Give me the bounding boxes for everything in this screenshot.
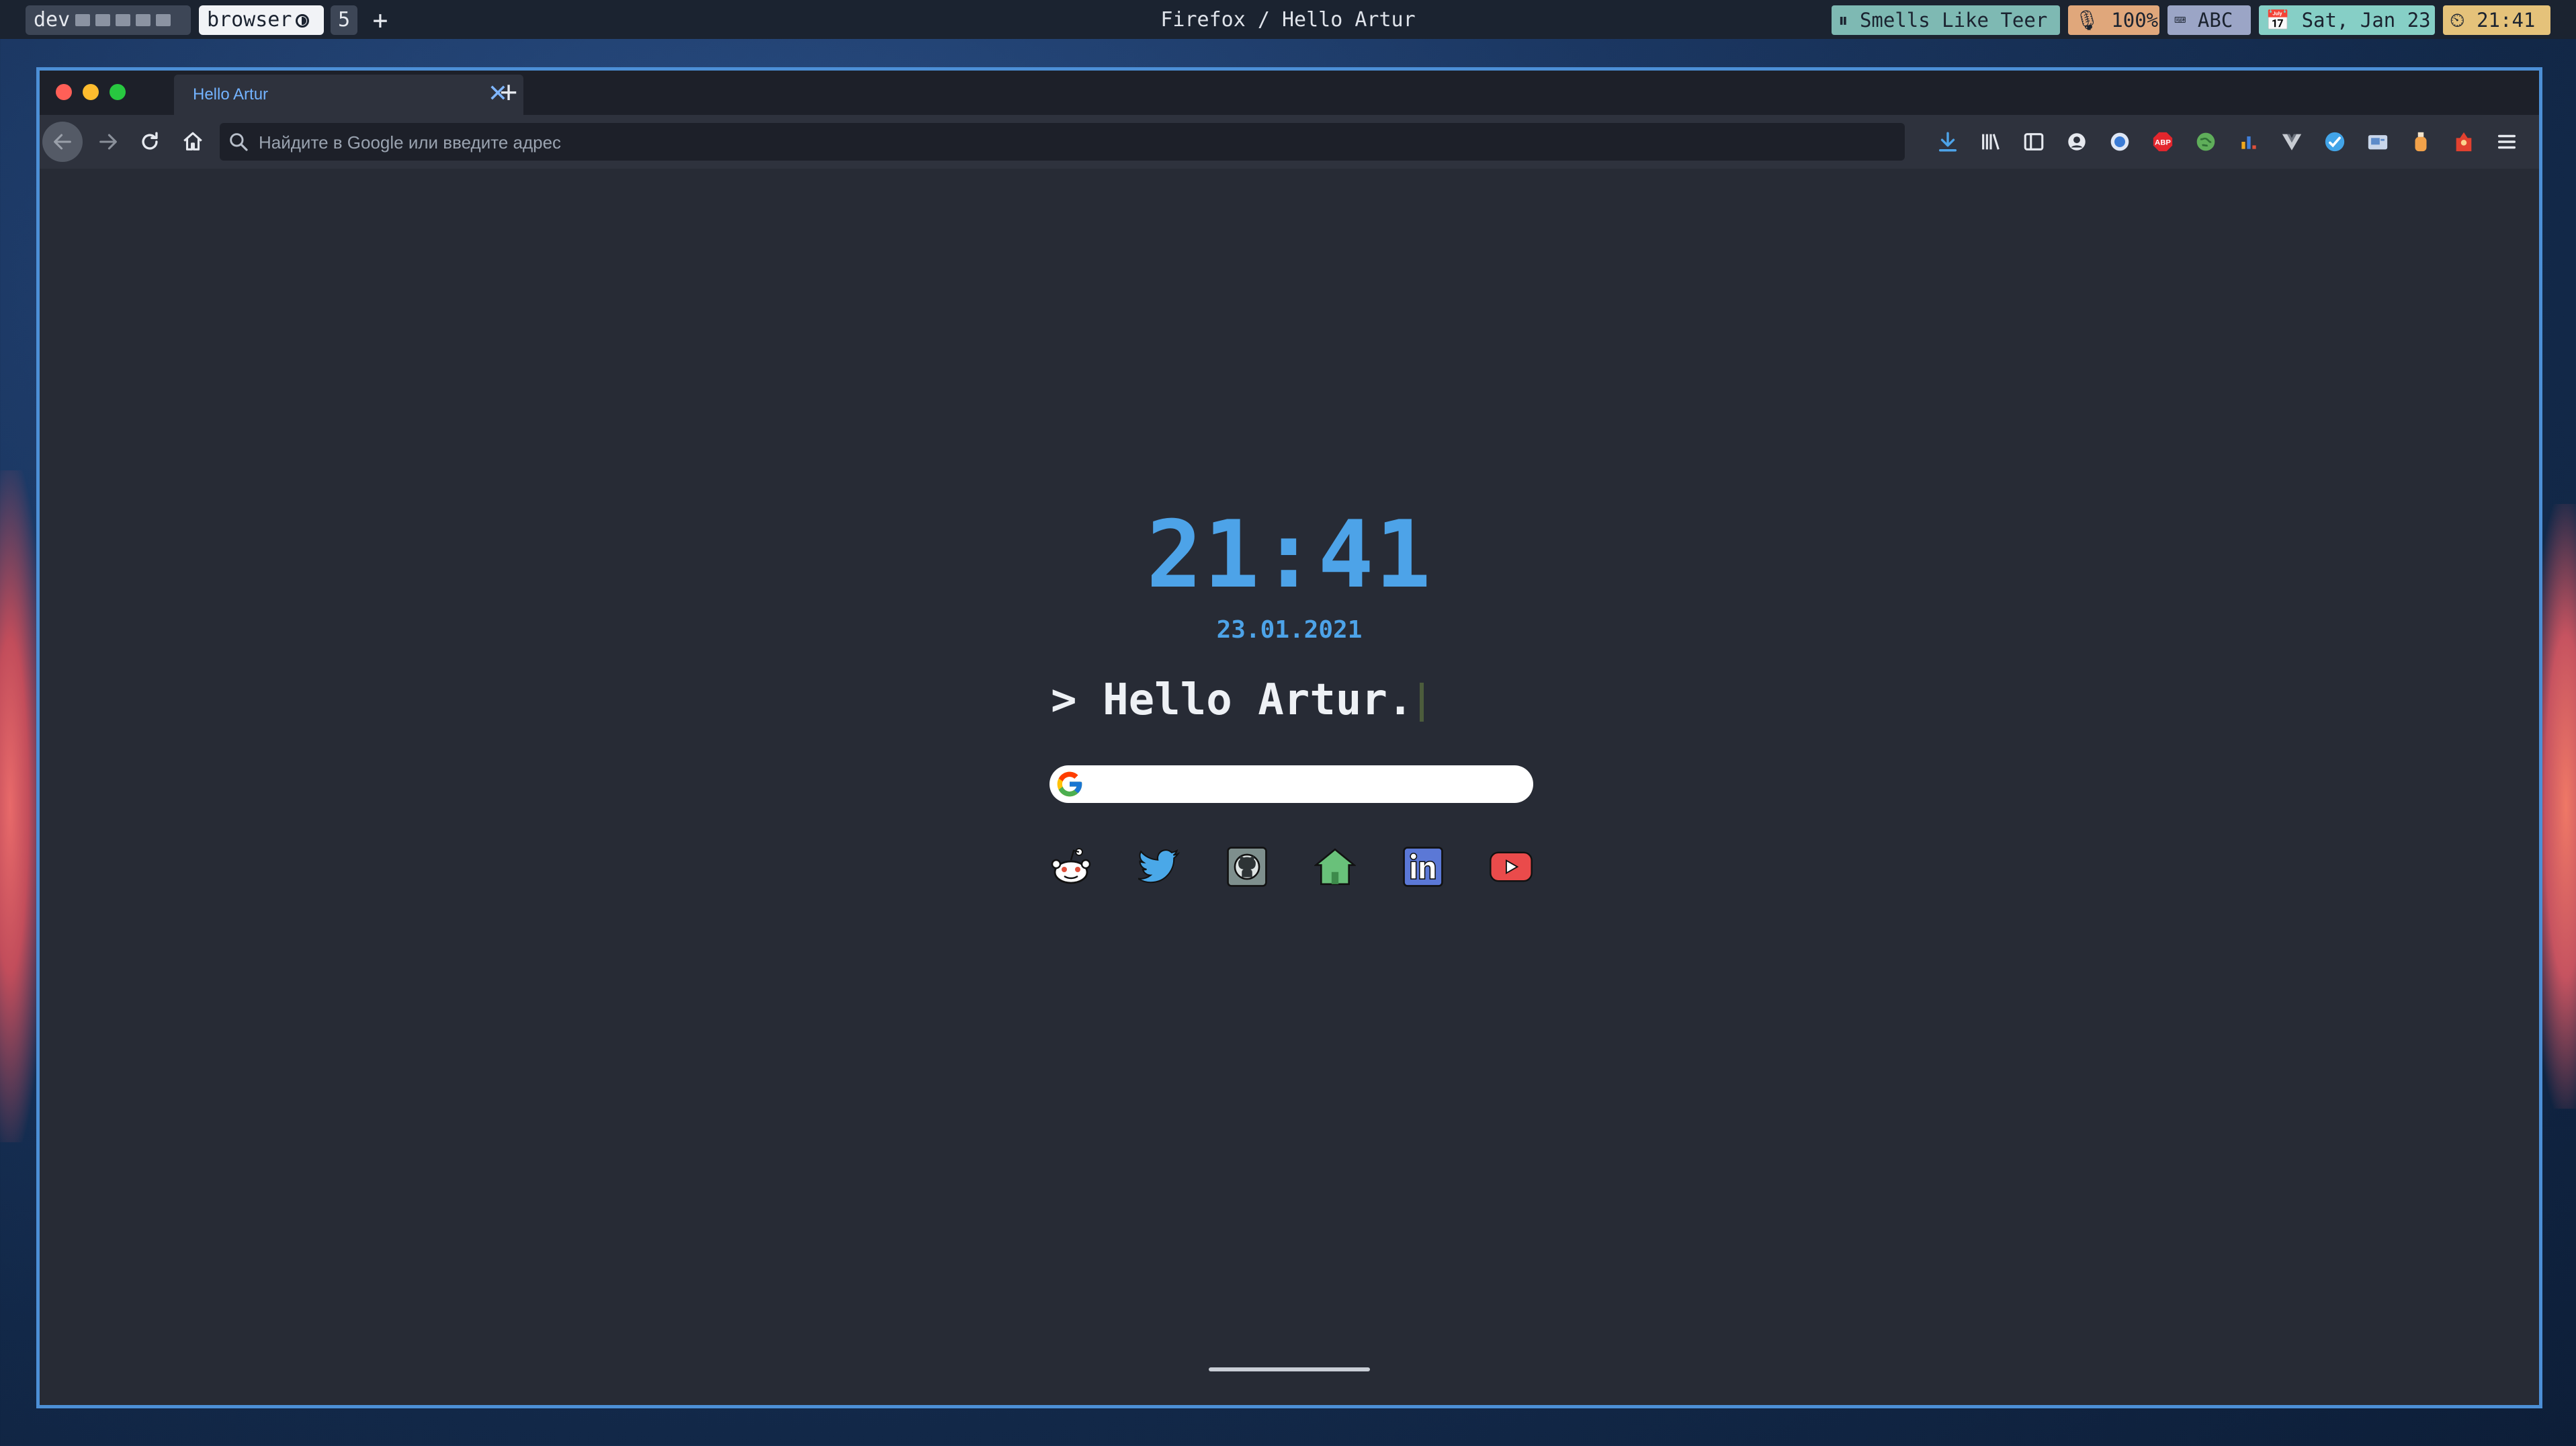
greeting-text: > Hello Artur. <box>1051 675 1414 725</box>
download-icon <box>1938 132 1957 152</box>
homepage-link[interactable] <box>1313 845 1357 889</box>
linkedin-link[interactable] <box>1401 845 1445 889</box>
reload-button[interactable] <box>130 122 170 162</box>
navigation-bar: ABP <box>40 115 2539 169</box>
account-icon <box>2068 133 2086 151</box>
extension-check-button[interactable] <box>2320 127 2350 157</box>
menu-button[interactable] <box>2492 127 2522 157</box>
clock: 21:41 <box>1146 501 1432 609</box>
extension-globe-button[interactable] <box>2191 127 2221 157</box>
youtube-link[interactable] <box>1489 845 1533 889</box>
menu-icon <box>2497 134 2516 149</box>
google-search-box[interactable] <box>1049 765 1533 804</box>
download-button[interactable] <box>1933 127 1963 157</box>
home-button[interactable] <box>173 122 213 162</box>
extension-image-icon <box>2368 135 2388 150</box>
google-icon <box>1057 771 1082 797</box>
extension-bottle-icon <box>2415 132 2427 152</box>
linkedin-icon <box>1403 847 1443 887</box>
adblock-icon: ABP <box>2153 132 2173 152</box>
sidebar-icon <box>2024 133 2044 151</box>
time-widget[interactable]: ⏲ 21:41 <box>2443 5 2550 35</box>
tab-strip: Hello Artur ✕ + <box>40 71 2539 115</box>
extension-fox-button[interactable] <box>2449 127 2479 157</box>
extension-image-button[interactable] <box>2363 127 2393 157</box>
url-input[interactable] <box>257 123 1873 162</box>
library-button[interactable] <box>1976 127 2006 157</box>
extension-globe-icon <box>2196 132 2215 151</box>
maximize-window-button[interactable] <box>110 84 126 100</box>
vue-devtools-button[interactable] <box>2277 127 2307 157</box>
extension-bottle-button[interactable] <box>2406 127 2436 157</box>
tab-hello-artur[interactable]: Hello Artur ✕ <box>174 75 523 115</box>
browser-window: Hello Artur ✕ + Найдите в Google или вве… <box>36 67 2542 1408</box>
extension-blue-button[interactable] <box>2105 127 2135 157</box>
keyboard-layout-widget[interactable]: ⌨ ABC <box>2167 5 2251 35</box>
github-icon <box>1227 847 1267 887</box>
close-window-button[interactable] <box>56 84 72 100</box>
github-link[interactable] <box>1225 845 1269 889</box>
reload-icon <box>142 132 158 150</box>
home-icon <box>1314 848 1356 886</box>
vue-devtools-icon <box>2282 134 2302 151</box>
status-bar: dev browser 5 + Firefox / Hello Artur ⏸ … <box>0 0 2576 39</box>
back-button[interactable] <box>42 122 83 162</box>
sidebar-button[interactable] <box>2019 127 2049 157</box>
new-tab-button[interactable]: + <box>491 73 526 111</box>
twitter-icon <box>1138 849 1180 884</box>
minimize-window-button[interactable] <box>83 84 99 100</box>
extension-fox-icon <box>2456 132 2472 152</box>
greeting: > Hello Artur. <box>1051 675 1424 725</box>
account-button[interactable] <box>2062 127 2092 157</box>
arrow-left-icon <box>54 134 71 150</box>
svg-text:ABP: ABP <box>2155 138 2171 146</box>
tab-title: Hello Artur <box>193 85 269 103</box>
twitter-link[interactable] <box>1137 845 1181 889</box>
library-icon <box>1982 134 2000 150</box>
youtube-icon <box>1490 851 1533 882</box>
extension-chart-button[interactable] <box>2234 127 2264 157</box>
text-cursor <box>1420 683 1424 722</box>
scroll-indicator[interactable] <box>1209 1367 1370 1371</box>
url-bar[interactable] <box>220 123 1905 162</box>
volume-widget[interactable]: 🎙 100% <box>2068 5 2159 35</box>
extension-blue-icon <box>2110 132 2129 151</box>
date-widget[interactable]: 📅 Sat, Jan 23 <box>2259 5 2435 35</box>
extension-chart-icon <box>2241 136 2256 149</box>
search-icon <box>230 133 248 151</box>
arrow-right-icon <box>99 134 117 150</box>
forward-button[interactable] <box>88 122 128 162</box>
extension-check-icon <box>2325 132 2345 152</box>
date-label: 23.01.2021 <box>1216 616 1363 644</box>
adblock-button[interactable]: ABP <box>2148 127 2178 157</box>
home-icon <box>183 132 202 151</box>
music-widget[interactable]: ⏸ Smells Like Teer <box>1832 5 2060 35</box>
google-search-input[interactable] <box>1090 765 1522 804</box>
reddit-link[interactable] <box>1049 845 1093 889</box>
reddit-icon <box>1051 848 1091 884</box>
